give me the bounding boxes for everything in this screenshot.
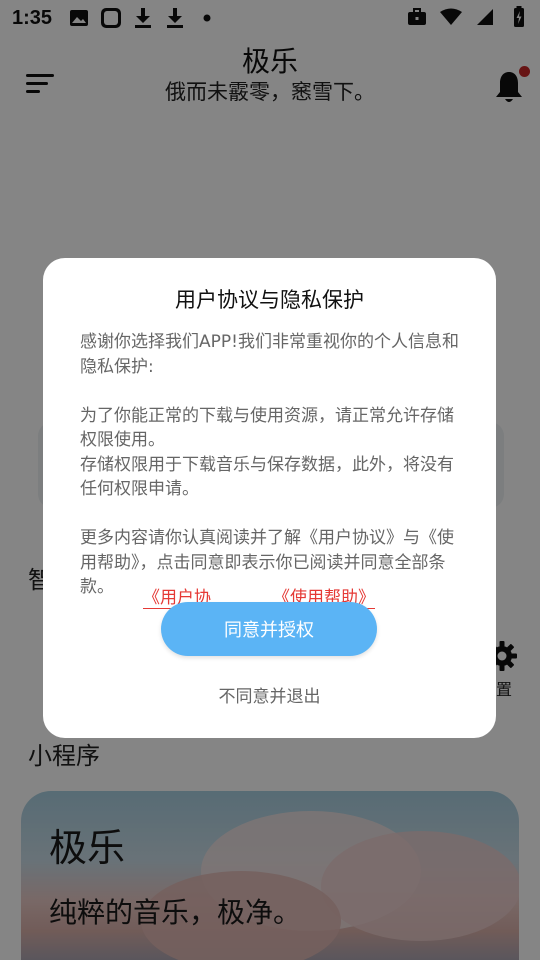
decline-button[interactable]: 不同意并退出 — [43, 682, 496, 707]
agree-button[interactable]: 同意并授权 — [161, 602, 377, 656]
dialog-paragraph: 为了你能正常的下载与使用资源，请正常允许存储权限使用。 — [80, 405, 454, 451]
dialog-paragraph: 存储权限用于下载音乐与保存数据，此外，将没有任何权限申请。 — [80, 454, 454, 500]
privacy-dialog: 用户协议与隐私保护 感谢你选择我们APP!我们非常重视你的个人信息和隐私保护: … — [43, 258, 496, 738]
dialog-title: 用户协议与隐私保护 — [175, 288, 364, 312]
dialog-body: 感谢你选择我们APP!我们非常重视你的个人信息和隐私保护: 为了你能正常的下载与… — [80, 330, 460, 600]
dialog-paragraph: 感谢你选择我们APP!我们非常重视你的个人信息和隐私保护: — [80, 332, 459, 377]
